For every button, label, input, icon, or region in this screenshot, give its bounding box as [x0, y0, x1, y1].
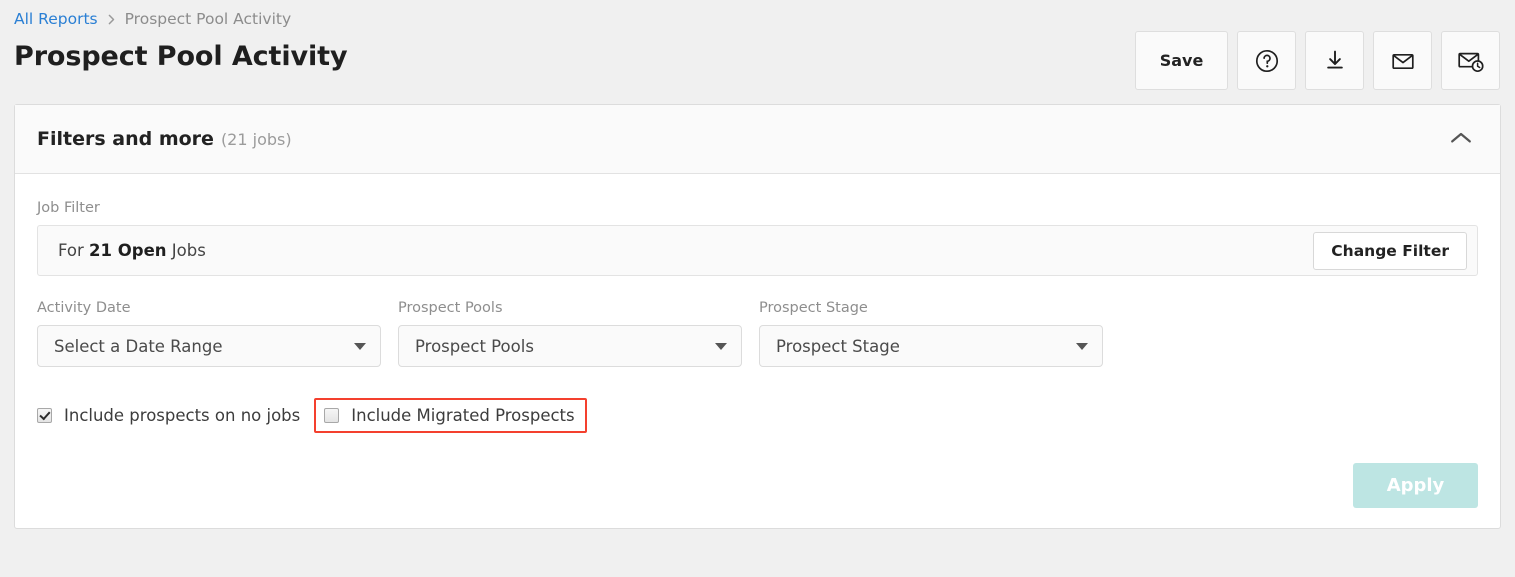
save-button[interactable]: Save: [1135, 31, 1228, 90]
activity-date-group: Activity Date Select a Date Range: [37, 300, 381, 367]
prospect-pools-dropdown[interactable]: Prospect Pools: [398, 325, 742, 367]
breadcrumb-link-all-reports[interactable]: All Reports: [14, 9, 98, 29]
job-filter-label: Job Filter: [37, 200, 100, 216]
page-header: All Reports Prospect Pool Activity Prosp…: [0, 0, 1515, 104]
activity-date-value: Select a Date Range: [54, 336, 223, 356]
breadcrumb: All Reports Prospect Pool Activity: [14, 8, 1501, 30]
prospect-pools-value: Prospect Pools: [415, 336, 534, 356]
activity-date-dropdown[interactable]: Select a Date Range: [37, 325, 381, 367]
chevron-down-icon: [354, 342, 366, 350]
job-filter-prefix: For: [58, 241, 90, 260]
envelope-icon: [1389, 48, 1417, 74]
filters-card-count: (21 jobs): [220, 130, 292, 149]
help-button[interactable]: [1237, 31, 1296, 90]
download-button[interactable]: [1305, 31, 1364, 90]
envelope-clock-icon: [1456, 48, 1486, 74]
prospect-pools-group: Prospect Pools Prospect Pools: [398, 300, 742, 367]
chevron-down-icon: [715, 342, 727, 350]
include-migrated-prospects-label: Include Migrated Prospects: [351, 406, 575, 425]
prospect-stage-label: Prospect Stage: [759, 300, 868, 316]
job-filter-suffix: Jobs: [166, 241, 206, 260]
filters-card-body: Job Filter For 21 Open Jobs Change Filte…: [15, 174, 1500, 528]
include-no-jobs-checkbox-item[interactable]: Include prospects on no jobs: [37, 406, 300, 425]
dropdown-row: Activity Date Select a Date Range Prospe…: [37, 300, 1478, 367]
include-migrated-prospects-checkbox[interactable]: [324, 408, 340, 423]
chevron-right-icon: [106, 14, 117, 25]
job-filter-section: Job Filter For 21 Open Jobs Change Filte…: [37, 200, 1478, 276]
prospect-stage-value: Prospect Stage: [776, 336, 900, 356]
filters-card: Filters and more (21 jobs) Job Filter For…: [14, 104, 1501, 529]
job-filter-bar: For 21 Open Jobs Change Filter: [37, 225, 1478, 276]
download-icon: [1322, 48, 1348, 74]
header-actions: Save: [1135, 31, 1500, 90]
filters-card-heading: Filters and more (21 jobs): [37, 128, 292, 150]
breadcrumb-current: Prospect Pool Activity: [124, 10, 292, 28]
include-migrated-prospects-checkbox-item[interactable]: Include Migrated Prospects: [314, 398, 587, 433]
question-circle-icon: [1254, 48, 1280, 74]
activity-date-label: Activity Date: [37, 300, 131, 316]
chevron-down-icon: [1076, 342, 1088, 350]
filters-card-header[interactable]: Filters and more (21 jobs): [15, 105, 1500, 174]
prospect-pools-label: Prospect Pools: [398, 300, 503, 316]
change-filter-button[interactable]: Change Filter: [1313, 231, 1467, 270]
filters-card-title: Filters and more: [37, 128, 214, 150]
email-button[interactable]: [1373, 31, 1432, 90]
collapse-toggle-button[interactable]: [1444, 122, 1478, 156]
schedule-email-button[interactable]: [1441, 31, 1500, 90]
job-filter-strong: 21 Open: [89, 241, 167, 260]
checkbox-row: Include prospects on no jobs Include Mig…: [37, 398, 1478, 433]
chevron-up-icon: [1450, 130, 1472, 149]
prospect-stage-group: Prospect Stage Prospect Stage: [759, 300, 1103, 367]
include-no-jobs-checkbox[interactable]: [37, 408, 52, 423]
apply-row: Apply: [37, 463, 1478, 508]
include-no-jobs-label: Include prospects on no jobs: [64, 406, 301, 425]
apply-button[interactable]: Apply: [1353, 463, 1478, 508]
job-filter-summary: For 21 Open Jobs: [58, 241, 206, 260]
prospect-stage-dropdown[interactable]: Prospect Stage: [759, 325, 1103, 367]
